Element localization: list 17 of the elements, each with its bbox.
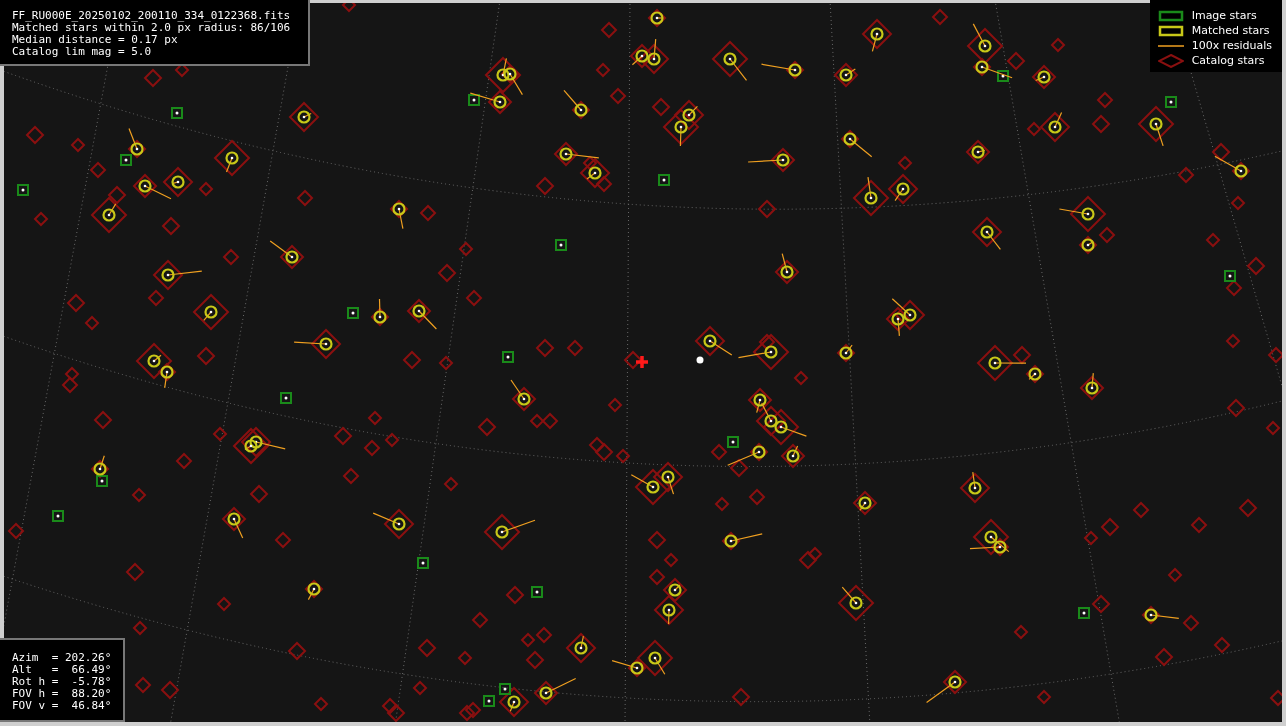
pointing-text: FOV v = 46.84°	[12, 700, 112, 712]
info-text: Matched stars within 2.0 px radius: 86/106	[12, 22, 291, 34]
info-text: FF_RU000E_20250102_200110_334_0122368.fits	[12, 10, 291, 22]
pointing-text: FOV h = 88.20°	[12, 688, 112, 700]
info-text: Median distance = 0.17 px	[12, 34, 179, 46]
pointing-text: Alt = 66.49°	[12, 664, 112, 676]
legend-label: Image stars	[1191, 8, 1257, 23]
square-outline-icon	[1157, 23, 1184, 38]
pointing-text: Azim = 202.26°	[12, 652, 112, 664]
line-icon	[1157, 44, 1184, 47]
info-text: Catalog lim mag = 5.0	[12, 46, 153, 58]
legend-label: Catalog stars	[1191, 53, 1265, 68]
diamond-icon	[1157, 53, 1184, 68]
pointing-text: Rot h = -5.78°	[12, 676, 112, 688]
square-outline-icon	[1157, 8, 1184, 23]
legend-label: Matched stars	[1191, 23, 1270, 38]
legend-label: 100x residuals	[1191, 38, 1272, 53]
